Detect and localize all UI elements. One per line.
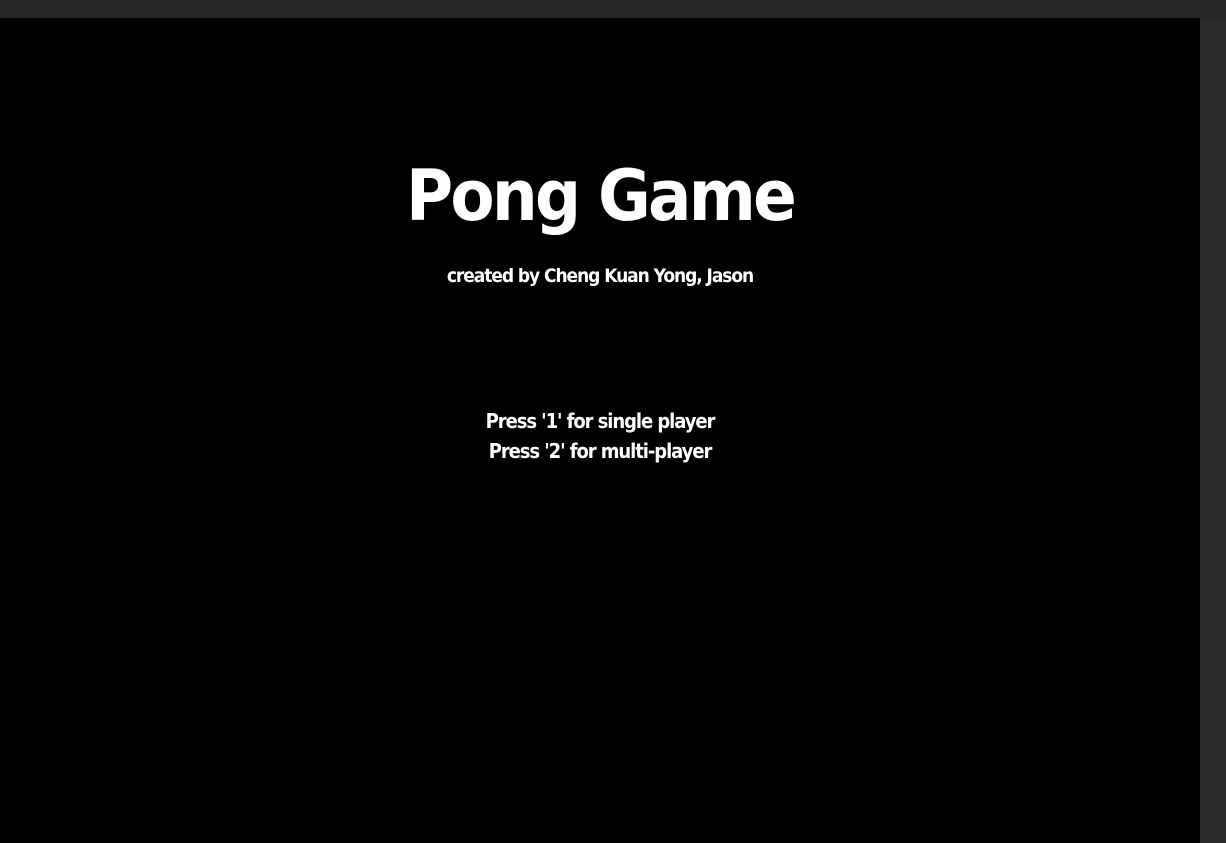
single-player-instruction: Press '1' for single player: [485, 409, 716, 433]
game-title: Pong Game: [405, 155, 797, 237]
start-menu: Press '1' for single player Press '2' fo…: [0, 406, 1200, 466]
window-top-bar: [0, 0, 1226, 18]
window-right-scroll-area: [1200, 18, 1226, 843]
window-frame: Pong Game created by Cheng Kuan Yong, Ja…: [0, 0, 1226, 843]
game-canvas[interactable]: Pong Game created by Cheng Kuan Yong, Ja…: [0, 18, 1200, 843]
multi-player-instruction: Press '2' for multi-player: [488, 439, 713, 463]
game-credit: created by Cheng Kuan Yong, Jason: [446, 265, 754, 287]
